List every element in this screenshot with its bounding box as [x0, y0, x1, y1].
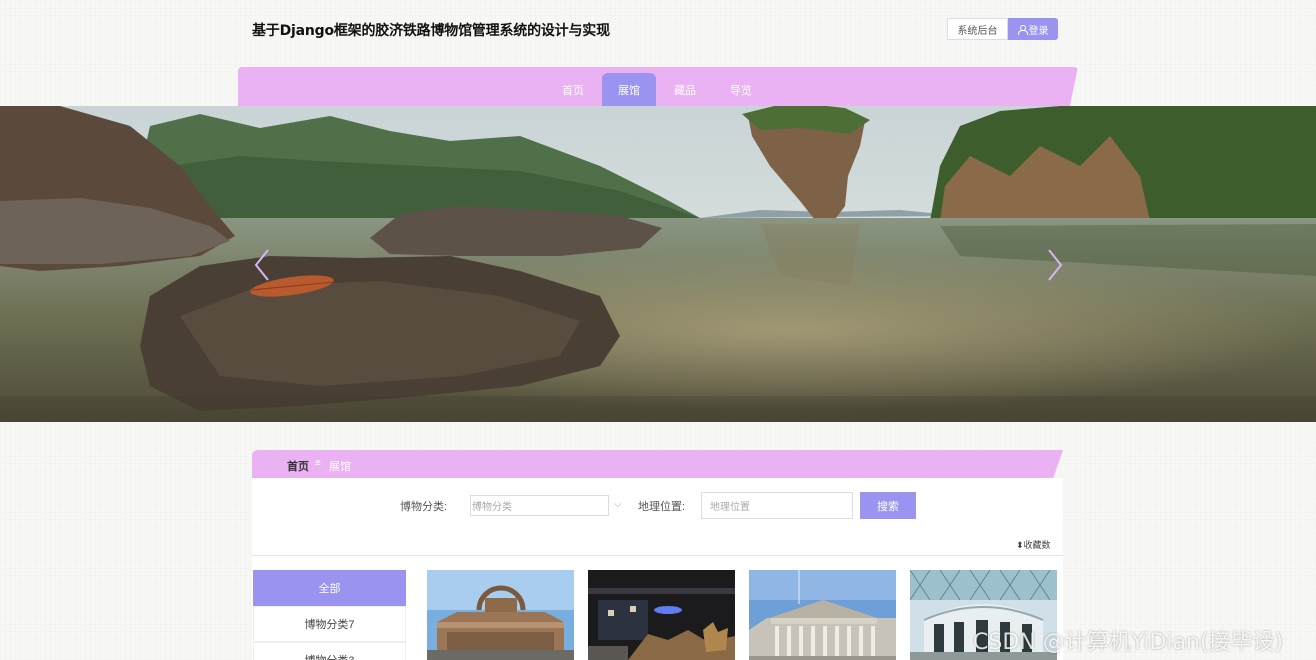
admin-button[interactable]: 系统后台: [947, 18, 1008, 40]
csdn-watermark: CSDN @计算机YiDian(接毕设): [973, 630, 1284, 655]
breadcrumb: 首页 ≡ 展馆: [252, 450, 1063, 478]
nav-item-collection[interactable]: 藏品: [658, 73, 712, 107]
exhibition-image: [749, 570, 896, 660]
nav-item-home[interactable]: 首页: [546, 73, 600, 107]
banner-carousel: [0, 106, 1316, 422]
breadcrumb-separator-icon: ≡: [315, 458, 321, 469]
search-button[interactable]: 搜索: [860, 492, 916, 519]
category-filter-label: 博物分类:: [400, 501, 448, 513]
divider: [252, 555, 1063, 556]
sort-by-favorites[interactable]: ⬍收藏数: [1016, 538, 1051, 551]
banner-image: [0, 106, 1316, 422]
nav-item-exhibition-hall[interactable]: 展馆: [602, 73, 656, 107]
category-item-all[interactable]: 全部: [253, 570, 406, 606]
sort-icon: ⬍: [1016, 540, 1024, 550]
location-filter-label: 地理位置:: [638, 501, 686, 513]
breadcrumb-home[interactable]: 首页: [287, 458, 309, 474]
chevron-down-icon[interactable]: ⌵: [614, 499, 622, 510]
category-item-3[interactable]: 博物分类3: [253, 642, 406, 660]
exhibition-card-1[interactable]: [427, 570, 574, 660]
main-nav: 首页 展馆 藏品 导览: [238, 67, 1078, 107]
category-select[interactable]: 博物分类: [470, 495, 609, 516]
sort-label: 收藏数: [1023, 540, 1051, 550]
chevron-right-icon: [1048, 249, 1063, 281]
location-input[interactable]: 地理位置: [701, 492, 853, 519]
nav-item-guide[interactable]: 导览: [714, 73, 768, 107]
exhibition-image: [588, 570, 735, 660]
exhibition-card-3[interactable]: [749, 570, 896, 660]
banner-next-arrow[interactable]: [1045, 248, 1065, 282]
breadcrumb-current: 展馆: [329, 461, 351, 473]
user-icon: [1017, 24, 1028, 35]
exhibition-card-2[interactable]: [588, 570, 735, 660]
category-item-7[interactable]: 博物分类7: [253, 606, 406, 642]
exhibition-image: [427, 570, 574, 660]
chevron-left-icon: [254, 249, 269, 281]
site-title: 基于Django框架的胶济铁路博物馆管理系统的设计与实现: [252, 23, 610, 39]
banner-prev-arrow[interactable]: [252, 248, 272, 282]
login-button[interactable]: 登录: [1008, 18, 1058, 40]
login-button-label: 登录: [1028, 25, 1049, 37]
